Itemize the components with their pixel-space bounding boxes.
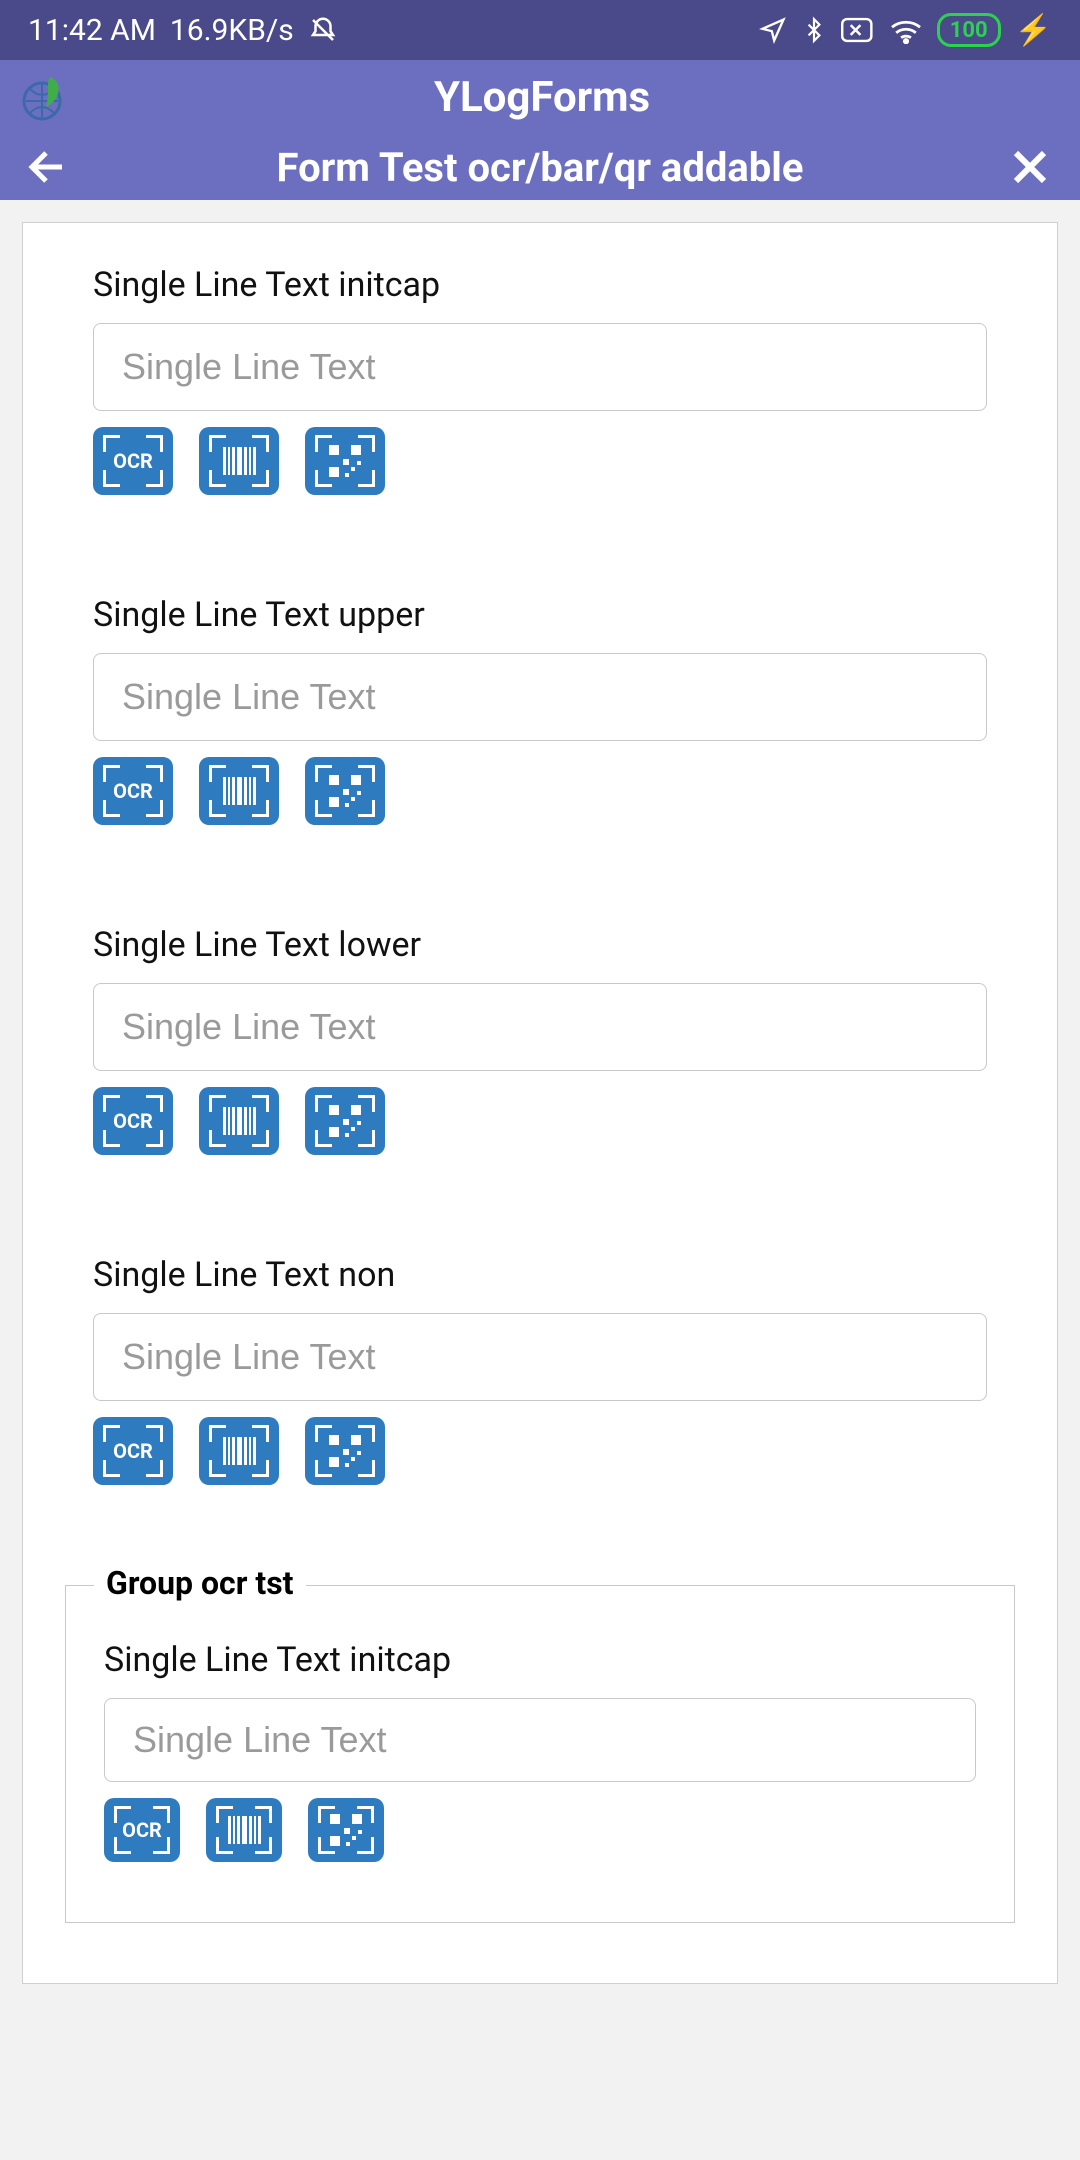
- qr-button[interactable]: [305, 1087, 385, 1155]
- charging-icon: ⚡: [1015, 13, 1052, 48]
- text-input-upper[interactable]: [93, 653, 987, 741]
- battery-saver-icon: [841, 17, 875, 43]
- qr-icon: [330, 1814, 362, 1846]
- field-label: Single Line Text initcap: [93, 265, 987, 305]
- field-upper: Single Line Text upper OCR: [93, 595, 987, 825]
- barcode-button[interactable]: [206, 1798, 282, 1862]
- field-label: Single Line Text non: [93, 1255, 987, 1295]
- ocr-button[interactable]: OCR: [93, 427, 173, 495]
- barcode-icon: [228, 1816, 261, 1844]
- text-input-group-initcap[interactable]: [104, 1698, 976, 1782]
- field-label: Single Line Text lower: [93, 925, 987, 965]
- text-input-non[interactable]: [93, 1313, 987, 1401]
- field-label: Single Line Text initcap: [104, 1640, 976, 1680]
- ocr-button[interactable]: OCR: [104, 1798, 180, 1862]
- ocr-button[interactable]: OCR: [93, 757, 173, 825]
- text-input-lower[interactable]: [93, 983, 987, 1071]
- form-title: Form Test ocr/bar/qr addable: [74, 144, 1006, 191]
- status-net: 16.9KB/s: [170, 13, 294, 48]
- barcode-icon: [223, 777, 256, 805]
- barcode-button[interactable]: [199, 1087, 279, 1155]
- wifi-icon: [889, 16, 923, 44]
- app-title: YLogForms: [24, 73, 1060, 122]
- qr-icon: [329, 1105, 361, 1137]
- field-lower: Single Line Text lower OCR: [93, 925, 987, 1155]
- bluetooth-icon: [801, 15, 827, 45]
- qr-button[interactable]: [305, 427, 385, 495]
- barcode-icon: [223, 1107, 256, 1135]
- qr-button[interactable]: [308, 1798, 384, 1862]
- group-title: Group ocr tst: [94, 1564, 306, 1602]
- group-field-initcap: Single Line Text initcap OCR: [104, 1640, 976, 1862]
- form-page: Single Line Text initcap OCR Single Line…: [0, 200, 1080, 2006]
- battery-level: 100: [937, 13, 1001, 47]
- qr-icon: [329, 1435, 361, 1467]
- status-time: 11:42 AM: [28, 13, 156, 48]
- barcode-button[interactable]: [199, 1417, 279, 1485]
- app-logo-icon: [20, 71, 72, 123]
- group-ocr-tst: Group ocr tst Single Line Text initcap O…: [65, 1585, 1015, 1923]
- qr-button[interactable]: [305, 757, 385, 825]
- location-icon: [759, 16, 787, 44]
- field-non: Single Line Text non OCR: [93, 1255, 987, 1485]
- ocr-button[interactable]: OCR: [93, 1087, 173, 1155]
- text-input-initcap[interactable]: [93, 323, 987, 411]
- field-label: Single Line Text upper: [93, 595, 987, 635]
- app-header: YLogForms Form Test ocr/bar/qr addable: [0, 60, 1080, 200]
- barcode-button[interactable]: [199, 757, 279, 825]
- field-initcap: Single Line Text initcap OCR: [93, 265, 987, 495]
- qr-icon: [329, 775, 361, 807]
- back-button[interactable]: [24, 143, 74, 191]
- qr-button[interactable]: [305, 1417, 385, 1485]
- barcode-icon: [223, 1437, 256, 1465]
- barcode-icon: [223, 447, 256, 475]
- close-button[interactable]: [1006, 143, 1056, 191]
- qr-icon: [329, 445, 361, 477]
- form-card: Single Line Text initcap OCR Single Line…: [22, 222, 1058, 1984]
- ocr-button[interactable]: OCR: [93, 1417, 173, 1485]
- barcode-button[interactable]: [199, 427, 279, 495]
- status-bar: 11:42 AM 16.9KB/s 100 ⚡: [0, 0, 1080, 60]
- mute-icon: [308, 15, 338, 45]
